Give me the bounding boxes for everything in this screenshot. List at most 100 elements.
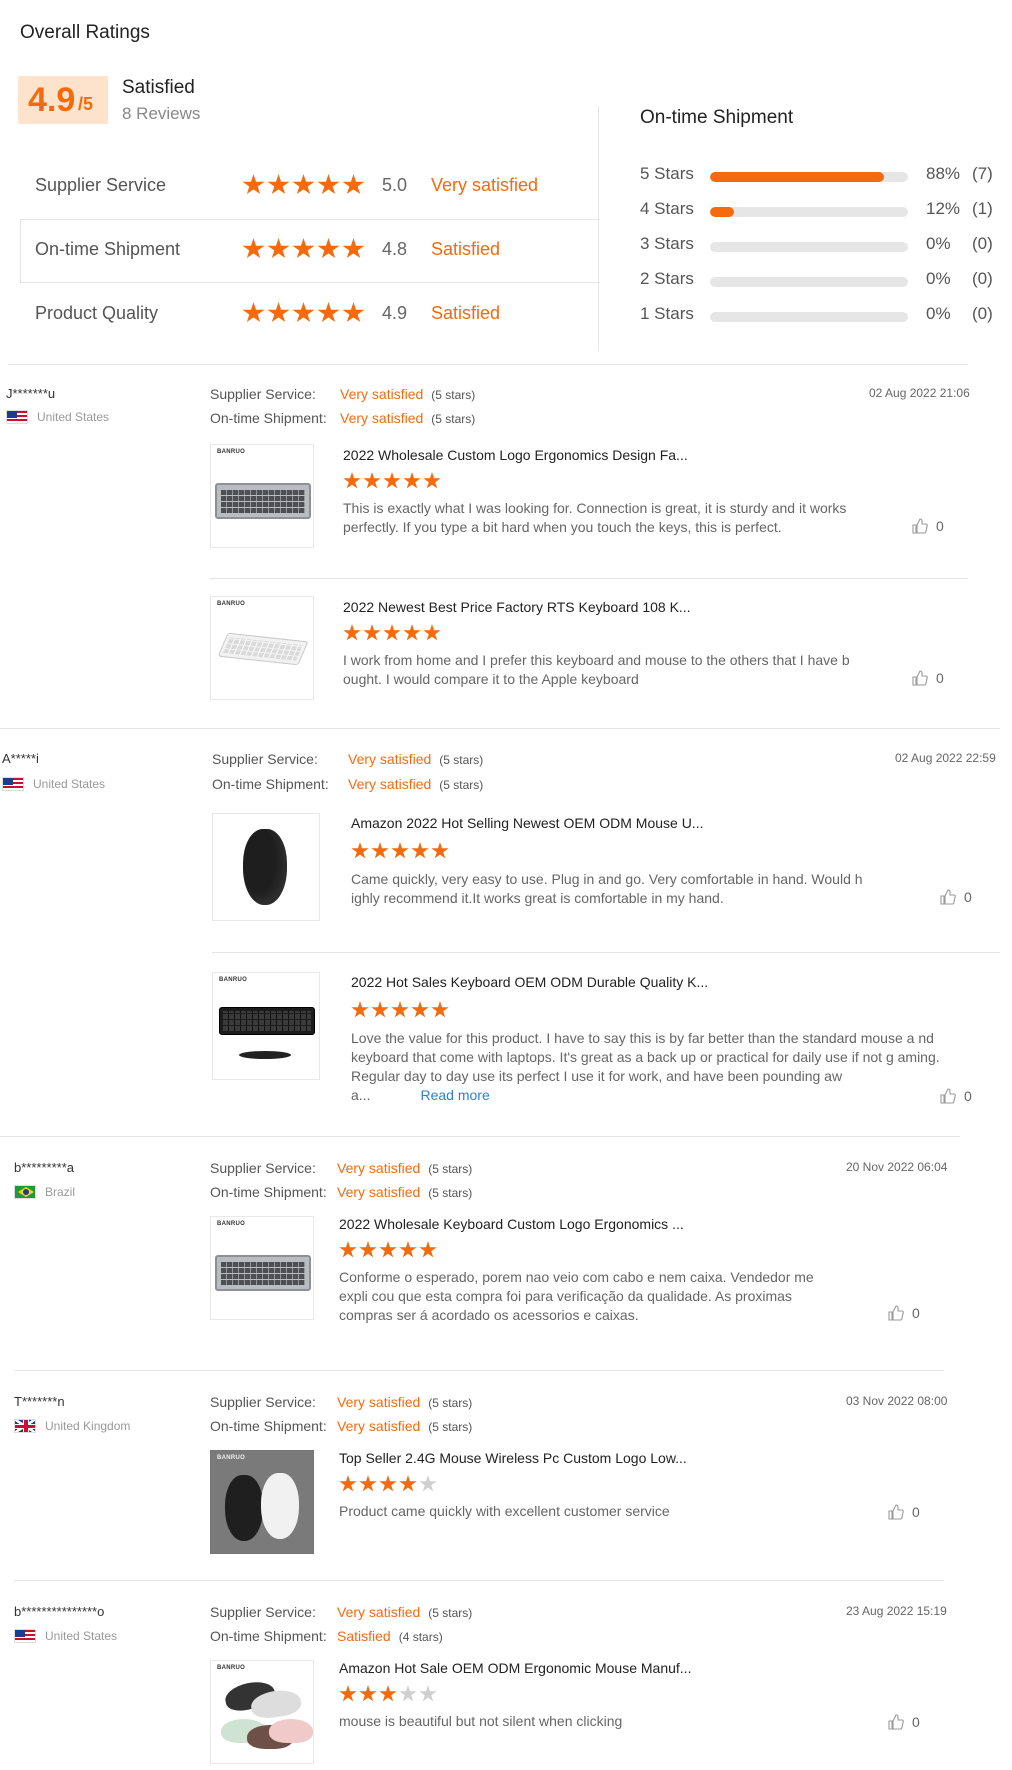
distribution-title: On-time Shipment: [640, 107, 794, 128]
rating-label: Supplier Service:: [210, 1394, 316, 1410]
rating-stars-count: (5 stars): [428, 1186, 473, 1200]
rating-label: Supplier Service:: [212, 751, 318, 767]
brand-logo: BANRUO: [219, 977, 248, 983]
distribution-bar: [710, 312, 908, 322]
thumbs-up-icon: [940, 1088, 956, 1104]
star-filled-icon: [339, 1685, 357, 1702]
review-text: Product came quickly with excellent cust…: [339, 1503, 670, 1519]
metric-status: Satisfied: [431, 239, 501, 259]
helpful-button[interactable]: 0: [912, 670, 944, 686]
review-count: 8 Reviews: [122, 104, 201, 123]
star-filled-icon: [423, 472, 441, 489]
star-filled-icon: [342, 302, 365, 323]
helpful-button[interactable]: 0: [888, 1714, 920, 1730]
star-filled-icon: [379, 1241, 397, 1258]
metric-status: Very satisfied: [431, 175, 539, 195]
helpful-button[interactable]: 0: [940, 1088, 972, 1104]
star-empty-icon: [399, 1685, 417, 1702]
star-filled-icon: [431, 842, 449, 859]
thumbs-up-icon: [940, 889, 956, 905]
country-name: United States: [37, 410, 110, 424]
star-filled-icon: [419, 1241, 437, 1258]
metric-label: Supplier Service: [35, 175, 167, 195]
rating-status: Very satisfied: [337, 1604, 421, 1620]
read-more-link[interactable]: Read more: [420, 1087, 489, 1103]
supplier-service-rating: Supplier Service: Very satisfied (5 star…: [210, 1394, 472, 1410]
reviewer-name: A*****i: [2, 751, 39, 766]
star-filled-icon: [339, 1241, 357, 1258]
product-stars: [351, 1001, 449, 1019]
like-count: 0: [964, 889, 972, 905]
keyboard-image: [217, 632, 309, 666]
score-badge: 4.9 /5: [18, 76, 108, 124]
star-filled-icon: [359, 1685, 377, 1702]
distribution-label: 1 Stars: [640, 304, 694, 323]
score-value: 4.9: [28, 81, 76, 119]
reviewer-name: b*********a: [14, 1160, 74, 1175]
mouse-image: [243, 829, 287, 905]
product-title-link[interactable]: 2022 Newest Best Price Factory RTS Keybo…: [343, 599, 691, 615]
product-stars: [351, 842, 449, 860]
rating-status: Satisfied: [337, 1628, 391, 1644]
supplier-service-rating: Supplier Service: Very satisfied (5 star…: [210, 386, 475, 402]
product-thumbnail[interactable]: BANRUO: [212, 972, 320, 1080]
distribution-count: (7): [972, 164, 993, 183]
reviewer-name: T*******n: [14, 1394, 65, 1409]
star-filled-icon: [379, 1475, 397, 1492]
star-filled-icon: [292, 238, 315, 259]
country-name: Brazil: [45, 1185, 76, 1199]
metric-status: Satisfied: [431, 303, 501, 323]
country-name: United States: [45, 1629, 118, 1643]
product-title-link[interactable]: Amazon 2022 Hot Selling Newest OEM ODM M…: [351, 815, 703, 831]
product-title-link[interactable]: 2022 Hot Sales Keyboard OEM ODM Durable …: [351, 974, 708, 990]
product-title-link[interactable]: 2022 Wholesale Keyboard Custom Logo Ergo…: [339, 1216, 684, 1232]
product-thumbnail[interactable]: BANRUO: [210, 1450, 314, 1554]
reviewer-country: Brazil: [14, 1185, 75, 1199]
star-filled-icon: [351, 1001, 369, 1018]
product-title-link[interactable]: Top Seller 2.4G Mouse Wireless Pc Custom…: [339, 1450, 687, 1466]
product-title-link[interactable]: Amazon Hot Sale OEM ODM Ergonomic Mouse …: [339, 1660, 691, 1676]
review-date: 02 Aug 2022 21:06: [869, 386, 970, 400]
rating-stars-count: (5 stars): [431, 388, 476, 402]
product-thumbnail[interactable]: BANRUO: [210, 444, 314, 548]
review-text: mouse is beautiful but not silent when c…: [339, 1713, 623, 1729]
thumbs-up-icon: [888, 1504, 904, 1520]
rating-stars-count: (5 stars): [428, 1606, 473, 1620]
helpful-button[interactable]: 0: [912, 518, 944, 534]
reviewer-name: b***************o: [14, 1604, 105, 1619]
overall-ratings-title: Overall Ratings: [20, 22, 150, 43]
star-filled-icon: [363, 624, 381, 641]
like-count: 0: [936, 670, 944, 686]
product-thumbnail[interactable]: BANRUO: [210, 1216, 314, 1320]
metric-row-ontime-shipment: On-time Shipment 4.8 Satisfied: [20, 219, 600, 283]
helpful-button[interactable]: 0: [888, 1504, 920, 1520]
star-filled-icon: [317, 174, 340, 195]
product-thumbnail[interactable]: [212, 813, 320, 921]
product-thumbnail[interactable]: BANRUO: [210, 1660, 314, 1764]
review-text: Conforme o esperado, porem nao veio com …: [339, 1269, 814, 1323]
distribution-percent: 88%: [926, 164, 961, 183]
mouse-image: [225, 1475, 263, 1541]
star-filled-icon: [403, 624, 421, 641]
country-name: United Kingdom: [45, 1419, 131, 1433]
helpful-button[interactable]: 0: [940, 889, 972, 905]
product-title-link[interactable]: 2022 Wholesale Custom Logo Ergonomics De…: [343, 447, 688, 463]
product-thumbnail[interactable]: BANRUO: [210, 596, 314, 700]
us-flag-icon: [14, 1629, 36, 1643]
star-filled-icon: [267, 302, 290, 323]
us-flag-icon: [6, 410, 28, 424]
review-divider: [0, 1136, 960, 1137]
star-filled-icon: [339, 1475, 357, 1492]
thumbs-up-icon: [912, 670, 928, 686]
brand-logo: BANRUO: [217, 1221, 246, 1227]
helpful-button[interactable]: 0: [888, 1305, 920, 1321]
thumbs-up-icon: [888, 1714, 904, 1730]
star-filled-icon: [399, 1475, 417, 1492]
metric-value: 4.8: [382, 239, 408, 259]
star-filled-icon: [242, 174, 265, 195]
brazil-flag-icon: [14, 1185, 36, 1199]
review-date: 03 Nov 2022 08:00: [846, 1394, 948, 1408]
thumbs-up-icon: [888, 1305, 904, 1321]
ontime-shipment-rating: On-time Shipment: Satisfied (4 stars): [210, 1628, 443, 1644]
metric-stars: [242, 238, 365, 260]
